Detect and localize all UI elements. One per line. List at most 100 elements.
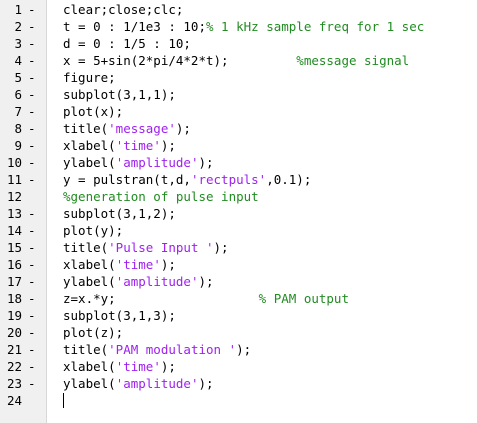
code-line[interactable]: t = 0 : 1/1e3 : 10;% 1 kHz sample freq f… xyxy=(46,18,477,35)
code-line-content: xlabel('time'); xyxy=(63,137,176,154)
code-line[interactable]: z=x.*y; % PAM output xyxy=(46,290,477,307)
gutter-row: 4- xyxy=(0,52,46,69)
line-number: 3 xyxy=(14,36,22,51)
code-line[interactable]: subplot(3,1,3); xyxy=(46,307,477,324)
code-line-content: xlabel('time'); xyxy=(63,358,176,375)
code-text: plot(y); xyxy=(63,223,124,238)
code-line[interactable]: ylabel('amplitude'); xyxy=(46,273,477,290)
code-line[interactable]: title('PAM modulation '); xyxy=(46,341,477,358)
line-number: 9 xyxy=(14,138,22,153)
line-number: 6 xyxy=(14,87,22,102)
breakpoint-marker[interactable]: - xyxy=(28,290,36,307)
breakpoint-marker[interactable]: - xyxy=(28,205,36,222)
text-cursor xyxy=(63,393,64,408)
code-comment: %message signal xyxy=(296,53,410,68)
code-line-content: subplot(3,1,1); xyxy=(63,86,176,103)
gutter-row: 1- xyxy=(0,1,46,18)
breakpoint-marker[interactable]: - xyxy=(28,324,36,341)
gutter-row: 8- xyxy=(0,120,46,137)
code-line[interactable]: figure; xyxy=(46,69,477,86)
code-line[interactable]: subplot(3,1,1); xyxy=(46,86,477,103)
code-line-content: clear;close;clc; xyxy=(63,1,183,18)
code-text: title( xyxy=(63,121,109,136)
code-line[interactable]: y = pulstran(t,d,'rectpuls',0.1); xyxy=(46,171,477,188)
code-line[interactable] xyxy=(46,392,477,409)
code-line-content: figure; xyxy=(63,69,116,86)
line-number: 10 xyxy=(6,155,22,170)
breakpoint-marker[interactable]: - xyxy=(28,103,36,120)
code-line-content: title('Pulse Input '); xyxy=(63,239,229,256)
line-number: 2 xyxy=(14,19,22,34)
breakpoint-marker[interactable]: - xyxy=(28,273,36,290)
gutter-row: 9- xyxy=(0,137,46,154)
code-line[interactable]: title('Pulse Input '); xyxy=(46,239,477,256)
breakpoint-marker[interactable]: - xyxy=(28,358,36,375)
gutter-row: 15- xyxy=(0,239,46,256)
code-line[interactable]: plot(x); xyxy=(46,103,477,120)
gutter-row: 2- xyxy=(0,18,46,35)
code-text: ); xyxy=(160,138,176,153)
code-text: ); xyxy=(160,257,176,272)
gutter-row: 10- xyxy=(0,154,46,171)
code-text: ); xyxy=(198,376,214,391)
breakpoint-marker[interactable]: - xyxy=(28,137,36,154)
breakpoint-marker[interactable]: - xyxy=(28,86,36,103)
code-text: clear;close;clc; xyxy=(63,2,184,17)
string-literal: 'time' xyxy=(115,257,161,272)
breakpoint-marker[interactable]: - xyxy=(28,256,36,273)
code-line[interactable]: xlabel('time'); xyxy=(46,256,477,273)
code-line[interactable]: subplot(3,1,2); xyxy=(46,205,477,222)
line-number: 13 xyxy=(6,206,22,221)
gutter-row: 6- xyxy=(0,86,46,103)
string-literal: 'time' xyxy=(115,359,161,374)
breakpoint-marker[interactable]: - xyxy=(28,341,36,358)
gutter-row: 23- xyxy=(0,375,46,392)
breakpoint-marker[interactable]: - xyxy=(28,171,36,188)
gutter-row: 22- xyxy=(0,358,46,375)
code-line[interactable]: plot(z); xyxy=(46,324,477,341)
breakpoint-marker[interactable]: - xyxy=(28,307,36,324)
code-text: ); xyxy=(175,121,191,136)
breakpoint-marker[interactable]: - xyxy=(28,52,36,69)
code-line[interactable]: plot(y); xyxy=(46,222,477,239)
breakpoint-marker[interactable]: - xyxy=(28,69,36,86)
code-line[interactable]: xlabel('time'); xyxy=(46,137,477,154)
breakpoint-marker[interactable]: - xyxy=(28,120,36,137)
breakpoint-marker[interactable]: - xyxy=(28,35,36,52)
code-line-content: x = 5+sin(2*pi/4*2*t); %message signal xyxy=(63,52,409,69)
line-number: 14 xyxy=(6,223,22,238)
code-line-content: z=x.*y; % PAM output xyxy=(63,290,349,307)
line-number: 4 xyxy=(14,53,22,68)
code-text: ); xyxy=(198,274,214,289)
line-number: 5 xyxy=(14,70,22,85)
code-line[interactable]: clear;close;clc; xyxy=(46,1,477,18)
breakpoint-marker[interactable]: - xyxy=(28,154,36,171)
string-literal: 'message' xyxy=(108,121,176,136)
code-text: xlabel( xyxy=(63,359,116,374)
breakpoint-marker[interactable]: - xyxy=(28,18,36,35)
code-line-content: subplot(3,1,2); xyxy=(63,205,176,222)
code-line[interactable]: ylabel('amplitude'); xyxy=(46,154,477,171)
code-area[interactable]: clear;close;clc; t = 0 : 1/1e3 : 10;% 1 k… xyxy=(46,0,477,423)
breakpoint-marker[interactable]: - xyxy=(28,375,36,392)
code-line[interactable]: x = 5+sin(2*pi/4*2*t); %message signal xyxy=(46,52,477,69)
gutter-row: 13- xyxy=(0,205,46,222)
code-line-content: ylabel('amplitude'); xyxy=(63,375,214,392)
gutter-row: 19- xyxy=(0,307,46,324)
breakpoint-marker[interactable]: - xyxy=(28,1,36,18)
code-line[interactable]: ylabel('amplitude'); xyxy=(46,375,477,392)
code-line[interactable]: title('message'); xyxy=(46,120,477,137)
code-line[interactable]: d = 0 : 1/5 : 10; xyxy=(46,35,477,52)
line-number: 15 xyxy=(6,240,22,255)
code-editor[interactable]: 1-2-3-4-5-6-7-8-9-10-11-12 13-14-15-16-17… xyxy=(0,0,477,423)
code-text: figure; xyxy=(63,70,116,85)
code-line[interactable]: %generation of pulse input xyxy=(46,188,477,205)
string-literal: 'PAM modulation ' xyxy=(108,342,237,357)
code-line[interactable]: xlabel('time'); xyxy=(46,358,477,375)
breakpoint-marker[interactable]: - xyxy=(28,222,36,239)
breakpoint-marker[interactable]: - xyxy=(28,239,36,256)
gutter-row: 17- xyxy=(0,273,46,290)
string-literal: 'time' xyxy=(115,138,161,153)
line-number: 16 xyxy=(6,257,22,272)
code-text: xlabel( xyxy=(63,257,116,272)
